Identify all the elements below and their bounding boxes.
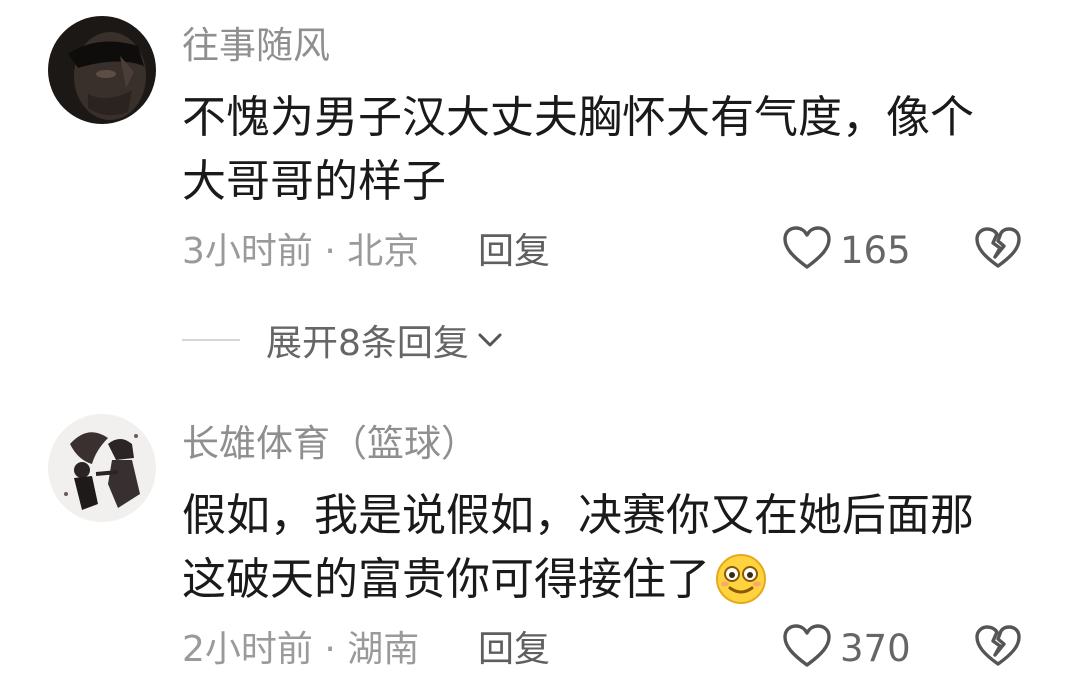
expand-replies-label: 展开8条回复 — [266, 323, 469, 364]
like-count: 165 — [840, 228, 911, 272]
comment-text-line: 假如，我是说假如，决赛你又在她后面那 — [182, 490, 974, 541]
expand-replies-button[interactable]: 展开8条回复 — [182, 316, 503, 364]
comment-text-line: 这破天的富贵你可得接住了 — [182, 548, 768, 624]
avatar[interactable] — [48, 414, 156, 522]
like-button[interactable]: 370 — [782, 624, 911, 672]
like-button[interactable]: 165 — [782, 226, 911, 274]
avatar[interactable] — [48, 16, 156, 124]
reply-button[interactable]: 回复 — [478, 228, 550, 276]
comment-text-segment: 这破天的富贵你可得接住了 — [182, 554, 710, 605]
comment-username[interactable]: 长雄体育（篮球） — [182, 420, 478, 468]
comment-username[interactable]: 往事随风 — [182, 22, 330, 70]
comment-time-location: 2小时前 · 湖南 — [182, 629, 420, 670]
dislike-button[interactable] — [974, 624, 1022, 672]
heart-outline-icon — [782, 225, 832, 275]
broken-heart-icon — [974, 226, 1022, 274]
divider-line — [182, 339, 240, 341]
comment-time-location: 3小时前 · 北京 — [182, 231, 420, 272]
like-count: 370 — [840, 626, 911, 670]
chevron-down-icon — [477, 331, 503, 349]
comment-text-line: 大哥哥的样子 — [182, 156, 446, 207]
dislike-button[interactable] — [974, 226, 1022, 274]
heart-outline-icon — [782, 623, 832, 673]
comment-text-line: 不愧为男子汉大丈夫胸怀大有气度，像个 — [182, 92, 974, 143]
smiling-face-emoji — [714, 552, 768, 624]
reply-button[interactable]: 回复 — [478, 626, 550, 674]
broken-heart-icon — [974, 624, 1022, 672]
